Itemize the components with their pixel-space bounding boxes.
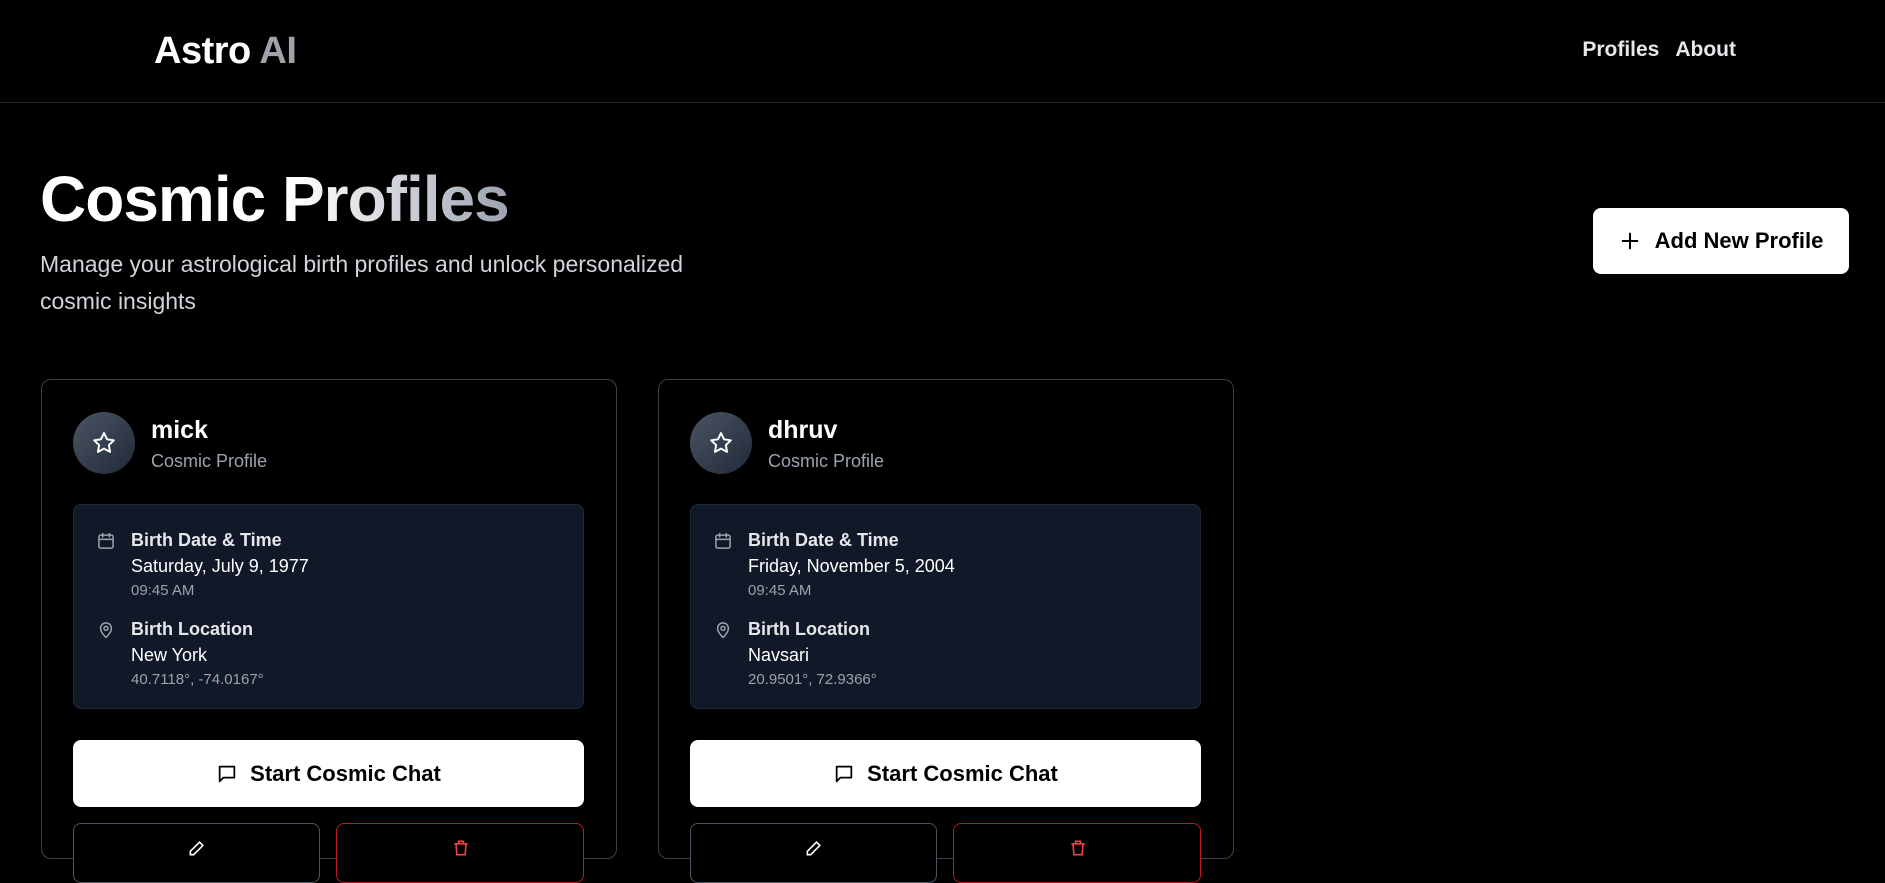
birth-coordinates: 40.7118°, -74.0167° — [131, 671, 264, 688]
birth-date-label: Birth Date & Time — [131, 530, 282, 550]
profile-card: dhruv Cosmic Profile Birth Date & Time F… — [658, 379, 1234, 883]
trash-icon — [451, 838, 471, 858]
star-icon — [91, 430, 117, 456]
birth-info-panel: Birth Date & Time Friday, November 5, 20… — [690, 504, 1201, 709]
calendar-icon — [96, 531, 116, 551]
page-title: Cosmic Profiles — [40, 163, 510, 235]
birth-date-value: Friday, November 5, 2004 — [748, 556, 955, 576]
plus-icon — [1619, 230, 1641, 252]
message-square-icon — [833, 763, 855, 785]
delete-profile-button[interactable] — [953, 823, 1201, 883]
pencil-icon — [187, 838, 207, 858]
birth-location-label: Birth Location — [131, 619, 253, 639]
add-new-profile-button[interactable]: Add New Profile — [1593, 208, 1849, 274]
birth-location-label: Birth Location — [748, 619, 870, 639]
map-pin-icon — [96, 620, 116, 640]
pencil-icon — [804, 838, 824, 858]
start-cosmic-chat-button[interactable]: Start Cosmic Chat — [73, 740, 584, 807]
avatar — [690, 412, 752, 474]
calendar-icon — [713, 531, 733, 551]
birth-time-value: 09:45 AM — [748, 582, 812, 599]
birth-location-value: New York — [131, 645, 208, 665]
add-new-profile-label: Add New Profile — [1654, 228, 1824, 253]
brand-name: Astro — [154, 30, 251, 72]
brand-logo[interactable]: Astro AI — [154, 30, 297, 73]
nav-link-profiles[interactable]: Profiles — [1582, 38, 1659, 62]
main-nav: Profiles About — [1582, 38, 1736, 62]
avatar — [73, 412, 135, 474]
birth-date-value: Saturday, July 9, 1977 — [131, 556, 309, 576]
edit-profile-button[interactable] — [690, 823, 937, 883]
trash-icon — [1068, 838, 1088, 858]
birth-date-label: Birth Date & Time — [748, 530, 899, 550]
start-cosmic-chat-button[interactable]: Start Cosmic Chat — [690, 740, 1201, 807]
profile-name: mick — [151, 416, 208, 444]
nav-link-about[interactable]: About — [1675, 38, 1736, 62]
profile-subtitle: Cosmic Profile — [768, 451, 885, 471]
message-square-icon — [216, 763, 238, 785]
brand-suffix: AI — [259, 30, 297, 72]
start-cosmic-chat-label: Start Cosmic Chat — [250, 760, 441, 786]
edit-profile-button[interactable] — [73, 823, 320, 883]
delete-profile-button[interactable] — [336, 823, 584, 883]
map-pin-icon — [713, 620, 733, 640]
star-icon — [708, 430, 734, 456]
birth-location-value: Navsari — [748, 645, 810, 665]
birth-coordinates: 20.9501°, 72.9366° — [748, 671, 877, 688]
birth-info-panel: Birth Date & Time Saturday, July 9, 1977… — [73, 504, 584, 709]
top-navbar: Astro AI Profiles About — [0, 0, 1885, 103]
profile-card: mick Cosmic Profile Birth Date & Time Sa… — [41, 379, 617, 883]
start-cosmic-chat-label: Start Cosmic Chat — [867, 760, 1058, 786]
profile-subtitle: Cosmic Profile — [151, 451, 268, 471]
page-subtitle: Manage your astrological birth profiles … — [40, 251, 684, 314]
profile-name: dhruv — [768, 416, 838, 444]
birth-time-value: 09:45 AM — [131, 582, 195, 599]
